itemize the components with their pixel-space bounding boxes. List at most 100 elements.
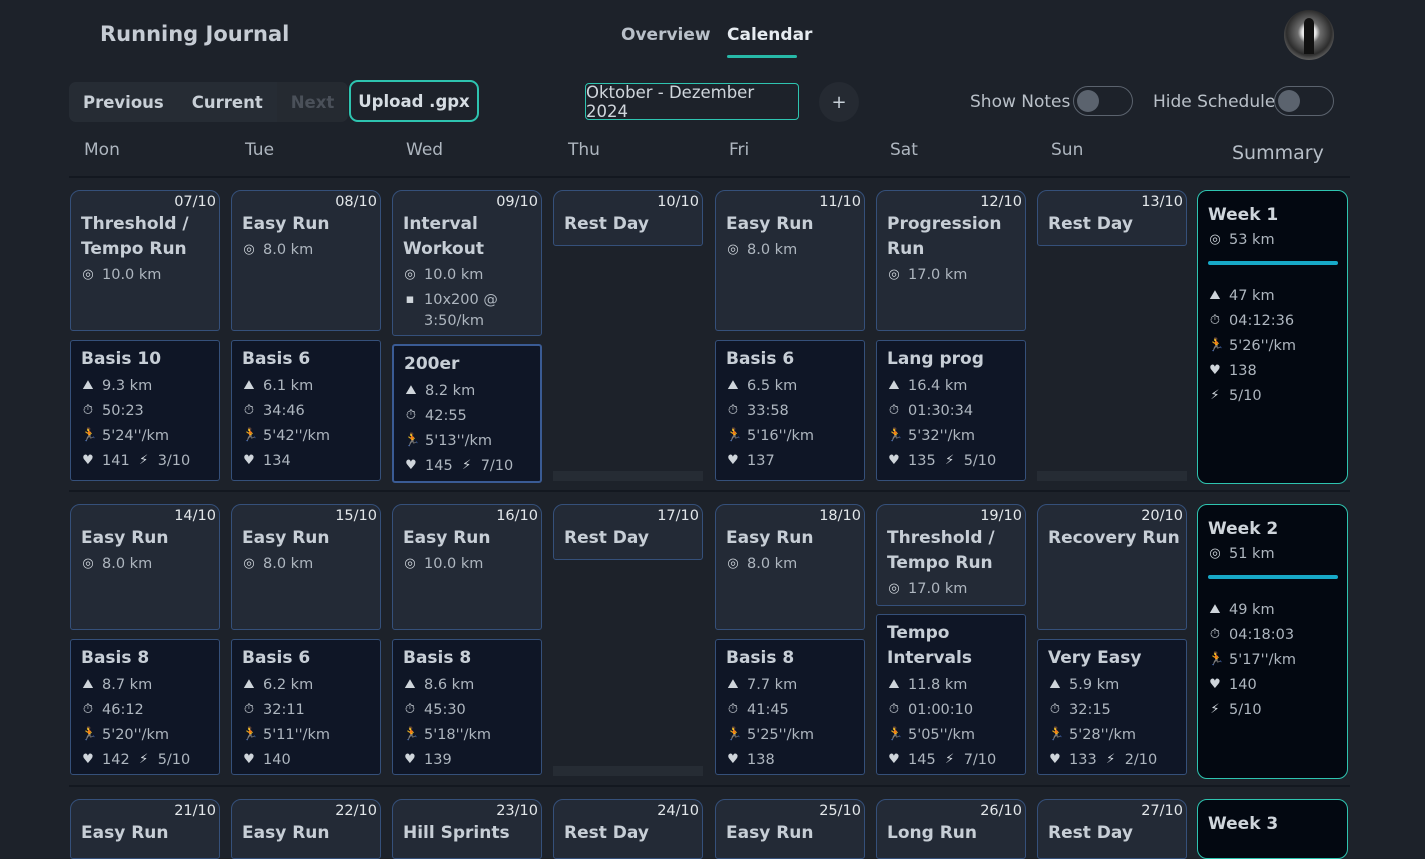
previous-button[interactable]: Previous xyxy=(69,82,178,122)
activity-card[interactable]: Basis 8 ⛰ 8.7 km ⏱ 46:12 🏃 5'20''/km ♥ 142 ⚡ 5/10 xyxy=(70,639,220,775)
avatar[interactable] xyxy=(1284,10,1334,60)
runner-icon: 🏃 xyxy=(887,727,904,742)
planned-workout-card[interactable]: 27/10 Rest Day xyxy=(1037,799,1187,859)
activity-duration-row: ⏱ 42:55 xyxy=(404,408,467,424)
week-summary-title: Week 1 xyxy=(1208,205,1279,225)
activity-distance-row: ⛰ 9.3 km xyxy=(81,378,153,394)
planned-workout-card[interactable]: 25/10 Easy Run xyxy=(715,799,865,859)
tab-overview[interactable]: Overview xyxy=(621,25,711,45)
activity-pace-row: 🏃 5'25''/km xyxy=(726,727,814,743)
summary-heart-rate-row: ♥ 138 xyxy=(1208,363,1257,379)
summary-effort: 5/10 xyxy=(1229,388,1262,404)
activity-heart-rate: 142 xyxy=(102,752,130,768)
workout-note-row: ▪ 10x200 @ xyxy=(403,292,498,308)
activity-card[interactable]: Lang prog ⛰ 16.4 km ⏱ 01:30:34 🏃 5'32''/km ♥ 135… xyxy=(876,340,1026,481)
heart-icon: ♥ xyxy=(1209,677,1221,692)
week-summary-card[interactable]: Week 1 ◎ 53 km ⛰ 47 km ⏱ 04:12:36 🏃 5'26''/km ♥ 13… xyxy=(1197,190,1348,484)
planned-workout-card[interactable]: 11/10 Easy Run ◎ 8.0 km xyxy=(715,190,865,331)
day-date: 08/10 xyxy=(335,194,377,210)
summary-distance-row: ⛰ 47 km xyxy=(1208,288,1275,304)
day-date: 07/10 xyxy=(174,194,216,210)
activity-duration: 01:30:34 xyxy=(908,403,974,419)
stopwatch-icon: ⏱ xyxy=(1209,627,1221,642)
planned-workout-card[interactable]: 20/10 Recovery Run xyxy=(1037,504,1187,630)
tab-calendar[interactable]: Calendar xyxy=(727,25,812,45)
planned-distance: 10.0 km xyxy=(424,267,484,283)
activity-card[interactable]: Tempo Intervals ⛰ 11.8 km ⏱ 01:00:10 🏃 5'05''/k… xyxy=(876,614,1026,775)
activity-heart-rate-row: ♥ 135 ⚡ 5/10 xyxy=(887,453,996,469)
activity-title: Basis 8 xyxy=(81,648,150,668)
add-button[interactable]: + xyxy=(819,82,859,122)
route-icon: ⛰ xyxy=(404,677,416,692)
planned-workout-card[interactable]: 23/10 Hill Sprints xyxy=(392,799,542,859)
week-divider xyxy=(69,490,1350,492)
workout-title: Recovery Run xyxy=(1048,528,1180,548)
show-notes-toggle[interactable] xyxy=(1073,86,1133,116)
workout-title: Rest Day xyxy=(1048,214,1133,234)
activity-duration: 50:23 xyxy=(102,403,144,419)
activity-card[interactable]: Basis 8 ⛰ 7.7 km ⏱ 41:45 🏃 5'25''/km ♥ 138 xyxy=(715,639,865,775)
route-icon: ⛰ xyxy=(405,383,417,398)
planned-workout-card[interactable]: 17/10 Rest Day xyxy=(553,504,703,560)
activity-card[interactable]: Basis 8 ⛰ 8.6 km ⏱ 45:30 🏃 5'18''/km ♥ 139 xyxy=(392,639,542,775)
planned-workout-card[interactable]: 13/10 Rest Day xyxy=(1037,190,1187,246)
planned-workout-card[interactable]: 16/10 Easy Run ◎ 10.0 km xyxy=(392,504,542,630)
activity-card[interactable]: 200er ⛰ 8.2 km ⏱ 42:55 🏃 5'13''/km ♥ 145 ⚡ 7/10 xyxy=(392,344,542,483)
planned-workout-card[interactable]: 09/10 Interval Workout ◎ 10.0 km ▪ 10x200 @ 3:5… xyxy=(392,190,542,336)
stopwatch-icon: ⏱ xyxy=(243,702,255,717)
planned-workout-card[interactable]: 12/10 Progression Run ◎ 17.0 km xyxy=(876,190,1026,331)
activity-pace: 5'32''/km xyxy=(908,428,976,444)
activity-card[interactable]: Basis 10 ⛰ 9.3 km ⏱ 50:23 🏃 5'24''/km ♥ 141 ⚡ 3/10 xyxy=(70,340,220,481)
planned-workout-card[interactable]: 19/10 Threshold / Tempo Run ◎ 17.0 km xyxy=(876,504,1026,606)
activity-pace-row: 🏃 5'18''/km xyxy=(403,727,491,743)
target-icon: ◎ xyxy=(243,556,255,571)
target-icon: ◎ xyxy=(404,267,416,282)
activity-pace-row: 🏃 5'20''/km xyxy=(81,727,169,743)
planned-distance-row: ◎ 10.0 km xyxy=(403,267,483,283)
planned-workout-card[interactable]: 08/10 Easy Run ◎ 8.0 km xyxy=(231,190,381,331)
hide-schedule-toggle[interactable] xyxy=(1274,86,1334,116)
activity-card[interactable]: Basis 6 ⛰ 6.1 km ⏱ 34:46 🏃 5'42''/km ♥ 134 xyxy=(231,340,381,481)
workout-title: Progression xyxy=(887,214,1002,234)
activity-heart-rate-row: ♥ 145 ⚡ 7/10 xyxy=(887,752,996,768)
activity-pace: 5'25''/km xyxy=(747,727,815,743)
activity-card[interactable]: Basis 6 ⛰ 6.2 km ⏱ 32:11 🏃 5'11''/km ♥ 140 xyxy=(231,639,381,775)
lightning-icon: ⚡ xyxy=(945,453,955,468)
target-icon: ◎ xyxy=(727,556,739,571)
planned-distance-row: ◎ 8.0 km xyxy=(242,556,313,572)
current-button[interactable]: Current xyxy=(177,82,277,122)
week-summary-card[interactable]: Week 2 ◎ 51 km ⛰ 49 km ⏱ 04:18:03 🏃 5'17''/km ♥ 14… xyxy=(1197,504,1348,779)
runner-icon: 🏃 xyxy=(726,727,743,742)
planned-workout-card[interactable]: 10/10 Rest Day xyxy=(553,190,703,246)
date-range-picker[interactable]: Oktober - Dezember 2024 xyxy=(585,83,799,121)
upload-gpx-button[interactable]: Upload .gpx xyxy=(349,80,479,122)
next-button[interactable]: Next xyxy=(276,82,349,122)
planned-workout-card[interactable]: 24/10 Rest Day xyxy=(553,799,703,859)
planned-workout-card[interactable]: 18/10 Easy Run ◎ 8.0 km xyxy=(715,504,865,630)
activity-distance-row: ⛰ 16.4 km xyxy=(887,378,968,394)
activity-pace: 5'42''/km xyxy=(263,428,331,444)
activity-duration: 32:15 xyxy=(1069,702,1111,718)
target-icon: ◎ xyxy=(727,242,739,257)
summary-duration-row: ⏱ 04:18:03 xyxy=(1208,627,1294,643)
week-nav: Previous Current Next xyxy=(69,82,349,122)
planned-workout-card[interactable]: 15/10 Easy Run ◎ 8.0 km xyxy=(231,504,381,630)
planned-workout-card[interactable]: 07/10 Threshold / Tempo Run ◎ 10.0 km xyxy=(70,190,220,331)
activity-card[interactable]: Very Easy ⛰ 5.9 km ⏱ 32:15 🏃 5'28''/km ♥ 133 ⚡ 2/1… xyxy=(1037,639,1187,775)
show-notes-label: Show Notes xyxy=(970,92,1071,112)
activity-distance-row: ⛰ 8.7 km xyxy=(81,677,153,693)
activity-heart-rate: 135 xyxy=(908,453,936,469)
workout-title: Easy Run xyxy=(726,823,814,843)
activity-card[interactable]: Basis 6 ⛰ 6.5 km ⏱ 33:58 🏃 5'16''/km ♥ 137 xyxy=(715,340,865,481)
summary-pace: 5'26''/km xyxy=(1229,338,1297,354)
planned-workout-card[interactable]: 26/10 Long Run xyxy=(876,799,1026,859)
week-summary-card[interactable]: Week 3 xyxy=(1197,799,1348,859)
day-date: 13/10 xyxy=(1141,194,1183,210)
activity-title: Very Easy xyxy=(1048,648,1142,668)
planned-workout-card[interactable]: 21/10 Easy Run xyxy=(70,799,220,859)
day-header-mon: Mon xyxy=(84,140,120,160)
workout-title: Rest Day xyxy=(564,823,649,843)
planned-workout-card[interactable]: 22/10 Easy Run xyxy=(231,799,381,859)
planned-workout-card[interactable]: 14/10 Easy Run ◎ 8.0 km xyxy=(70,504,220,630)
summary-distance: 47 km xyxy=(1229,288,1275,304)
